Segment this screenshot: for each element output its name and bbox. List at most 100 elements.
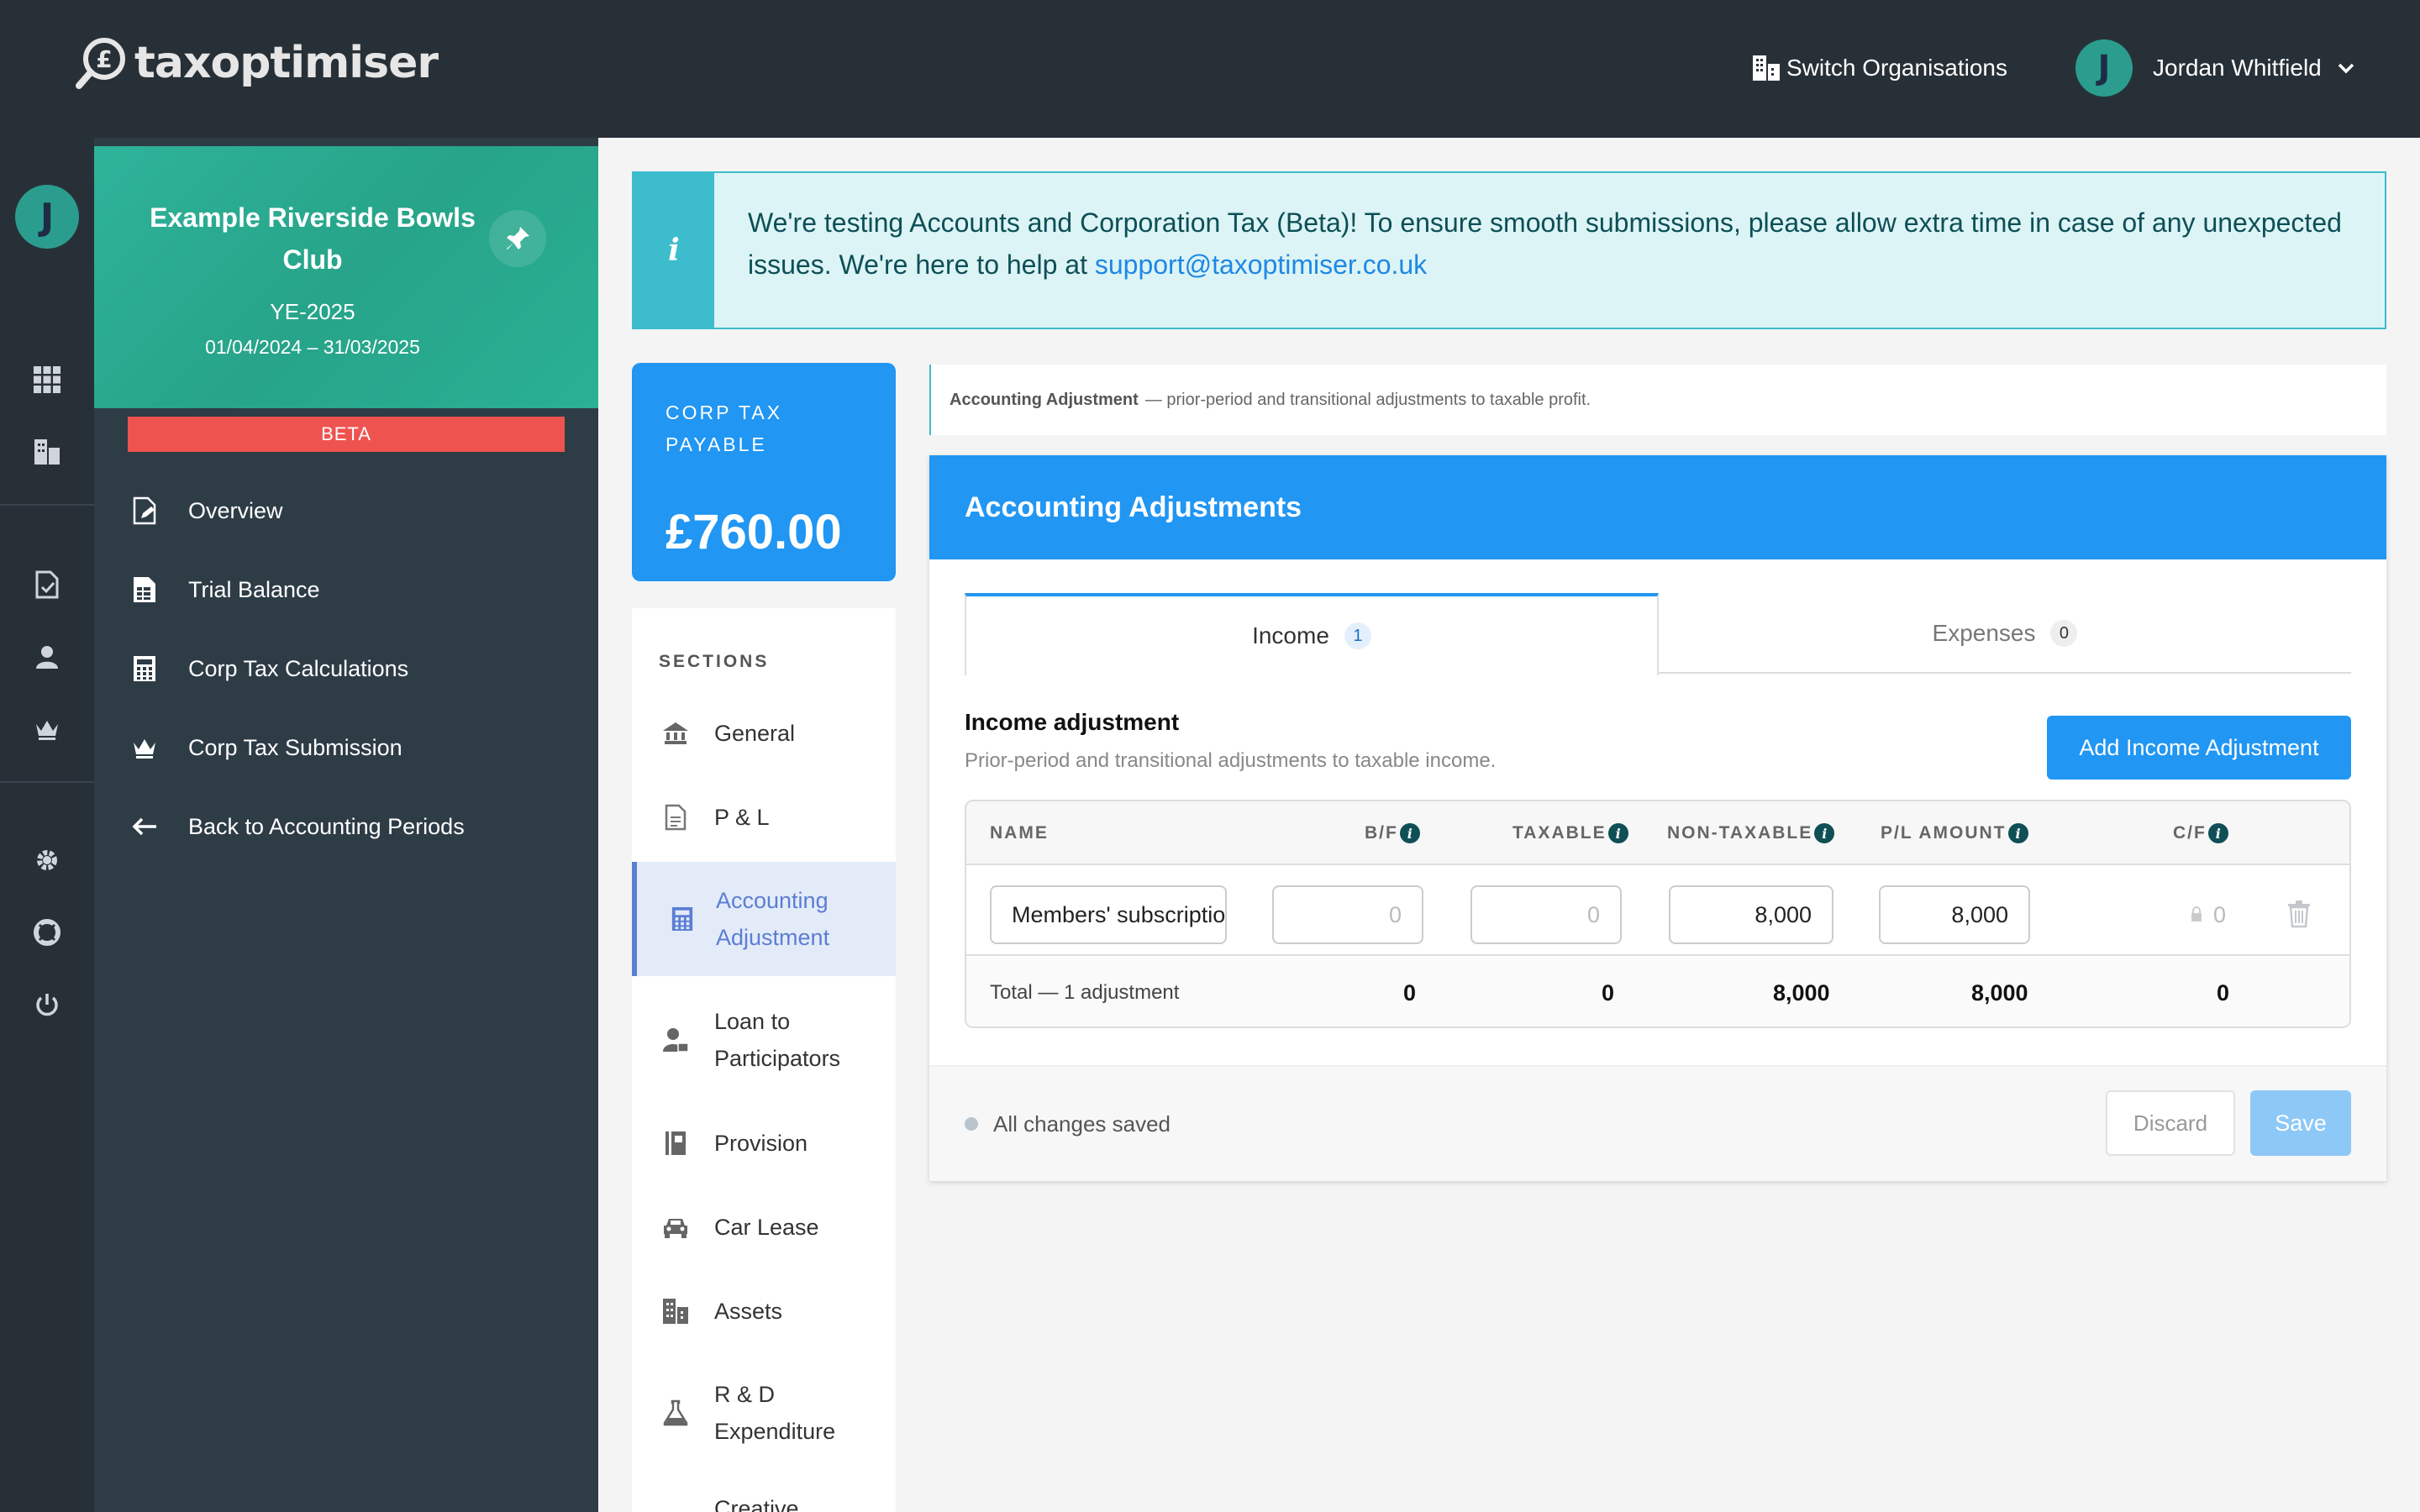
section-label: Assets — [714, 1299, 783, 1324]
arrow-left-icon — [128, 810, 161, 843]
lock-icon — [2191, 906, 2202, 921]
discard-button[interactable]: Discard — [2106, 1090, 2235, 1156]
top-bar: £ taxoptimiser Switch Organisations J Jo… — [0, 0, 2420, 138]
info-icon[interactable]: i — [1399, 823, 1420, 843]
calculator-icon — [128, 652, 161, 685]
section-label: Provision — [714, 1131, 808, 1156]
organisation-name: Example Riverside Bowls Club — [150, 202, 476, 275]
tab-bar: Income 1 Expenses 0 — [965, 593, 2351, 675]
rail-divider — [0, 781, 94, 783]
pl-amount-input[interactable]: 8,000 — [1879, 885, 2030, 944]
breadcrumb: Accounting Adjustment — prior-period and… — [929, 365, 2386, 435]
power-icon[interactable] — [30, 988, 64, 1021]
grid-icon[interactable] — [30, 363, 64, 396]
column-header-bf: B/F i — [1365, 801, 1420, 865]
section-car-lease[interactable]: Car Lease — [632, 1205, 896, 1250]
crown-icon[interactable] — [30, 712, 64, 746]
support-email-link[interactable]: support@taxoptimiser.co.uk — [1095, 249, 1427, 280]
document-icon — [660, 802, 691, 832]
logo[interactable]: £ taxoptimiser — [74, 34, 439, 92]
section-accounting-adjustment[interactable]: Accounting Adjustment — [632, 862, 896, 976]
nav-corp-tax-submission[interactable]: Corp Tax Submission — [128, 722, 402, 773]
buildings-icon — [1753, 55, 1780, 81]
section-p-and-l[interactable]: P & L — [632, 795, 896, 840]
organisation-card: Example Riverside Bowls Club YE-2025 01/… — [94, 146, 598, 408]
pin-icon — [507, 227, 529, 249]
table-header: NAME B/F i TAXABLE i NON-TAXABLE i P/L AMOU… — [966, 801, 2349, 865]
section-label: Creative — [714, 1496, 799, 1512]
section-creative[interactable]: Creative — [632, 1490, 896, 1512]
section-r-and-d-expenditure[interactable]: R & D Expenditure — [632, 1371, 896, 1455]
user-icon[interactable] — [30, 640, 64, 674]
document-edit-icon — [128, 494, 161, 528]
switch-organisations-button[interactable]: Switch Organisations — [1751, 49, 2007, 87]
calculator-icon — [667, 904, 697, 934]
corp-tax-value: £760.00 — [666, 505, 842, 559]
document-check-icon[interactable] — [30, 568, 64, 601]
section-provision[interactable]: Provision — [632, 1121, 896, 1166]
column-header-non-taxable: NON-TAXABLE i — [1667, 801, 1835, 865]
save-button[interactable]: Save — [2250, 1090, 2351, 1156]
banner-text: We're testing Accounts and Corporation T… — [748, 207, 2342, 280]
info-icon[interactable]: i — [2207, 823, 2228, 843]
section-general[interactable]: General — [632, 711, 896, 756]
spreadsheet-icon — [128, 573, 161, 606]
total-pl-amount: 8,000 — [1971, 979, 2028, 1005]
section-assets[interactable]: Assets — [632, 1289, 896, 1334]
buildings-icon — [660, 1296, 691, 1326]
total-cf: 0 — [2217, 979, 2230, 1005]
add-income-adjustment-button[interactable]: Add Income Adjustment — [2047, 716, 2351, 780]
corp-tax-payable-card: CORP TAX PAYABLE £760.00 — [632, 363, 896, 581]
section-label: Accounting Adjustment — [716, 888, 830, 950]
gear-icon[interactable] — [30, 843, 64, 877]
car-icon — [660, 1212, 691, 1242]
panel-footer: All changes saved Discard Save — [929, 1065, 2386, 1181]
nav-back-to-accounting-periods[interactable]: Back to Accounting Periods — [128, 801, 465, 852]
user-avatar: J — [2075, 39, 2133, 97]
info-icon[interactable]: i — [1607, 823, 1628, 843]
nav-label: Back to Accounting Periods — [188, 813, 465, 839]
nav-trial-balance[interactable]: Trial Balance — [128, 564, 320, 615]
tab-count-badge: 0 — [2050, 620, 2078, 647]
nav-label: Corp Tax Calculations — [188, 655, 409, 681]
trash-icon — [2288, 900, 2310, 928]
taxable-input[interactable]: 0 — [1470, 885, 1622, 944]
non-taxable-input[interactable]: 8,000 — [1669, 885, 1833, 944]
info-icon[interactable]: i — [1814, 823, 1835, 843]
chevron-down-icon — [2338, 63, 2354, 74]
section-loan-to-participators[interactable]: Loan to Participators — [632, 998, 896, 1082]
sidebar: Example Riverside Bowls Club YE-2025 01/… — [94, 138, 598, 1512]
info-icon[interactable]: i — [2007, 823, 2028, 843]
rail-avatar[interactable]: J — [15, 185, 79, 249]
column-header-pl-amount: P/L AMOUNT i — [1881, 801, 2028, 865]
nav-label: Overview — [188, 497, 283, 523]
buildings-icon[interactable] — [30, 435, 64, 469]
info-icon: i — [634, 173, 714, 328]
save-status: All changes saved — [965, 1107, 1171, 1141]
delete-row-button[interactable] — [2282, 897, 2316, 931]
nav-corp-tax-calculations[interactable]: Corp Tax Calculations — [128, 643, 408, 694]
user-menu[interactable]: J Jordan Whitfield — [2075, 39, 2355, 97]
section-label: Loan to Participators — [714, 1009, 841, 1071]
pin-button[interactable] — [489, 210, 546, 267]
name-input[interactable]: Members' subscriptions — [990, 885, 1227, 944]
tab-expenses[interactable]: Expenses 0 — [1659, 593, 2351, 674]
breadcrumb-title: Accounting Adjustment — [950, 390, 1139, 409]
section-label: Car Lease — [714, 1215, 819, 1240]
nav-label: Corp Tax Submission — [188, 734, 402, 760]
nav-label: Trial Balance — [188, 576, 320, 602]
lifebuoy-icon[interactable] — [30, 916, 64, 949]
bf-input[interactable]: 0 — [1272, 885, 1423, 944]
tab-income[interactable]: Income 1 — [965, 593, 1659, 675]
svg-text:£: £ — [96, 45, 112, 73]
column-header-cf: C/F i — [2173, 801, 2228, 865]
nav-overview[interactable]: Overview — [128, 486, 283, 536]
table-total-row: Total — 1 adjustment 0 0 8,000 8,000 0 — [966, 958, 2349, 1026]
sections-title: SECTIONS — [659, 652, 770, 671]
total-bf: 0 — [1403, 979, 1417, 1005]
cf-value: 0 — [2190, 885, 2226, 944]
corp-tax-label: CORP TAX PAYABLE — [666, 402, 783, 455]
banner-message: We're testing Accounts and Corporation T… — [748, 202, 2361, 286]
tab-count-badge: 1 — [1344, 622, 1371, 649]
sections-panel: SECTIONS General P & L Accounting Adjust… — [632, 608, 896, 1512]
